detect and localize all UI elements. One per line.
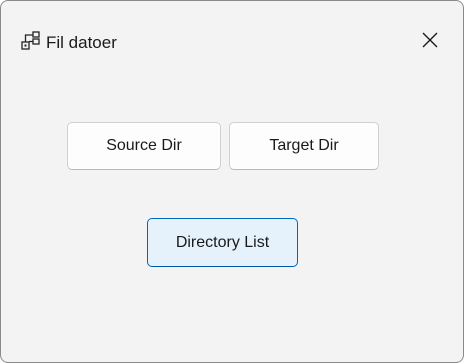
title-bar[interactable]: Fil datoer	[1, 1, 463, 71]
directory-list-button[interactable]: Directory List	[147, 218, 298, 267]
window-title: Fil datoer	[46, 33, 117, 52]
hierarchy-icon	[21, 31, 41, 51]
source-dir-button[interactable]: Source Dir	[67, 122, 221, 170]
dialog-window: Fil datoer Source Dir Target Dir Directo…	[0, 0, 464, 363]
target-dir-button[interactable]: Target Dir	[229, 122, 379, 170]
close-button[interactable]	[415, 27, 445, 57]
close-icon	[421, 31, 439, 54]
